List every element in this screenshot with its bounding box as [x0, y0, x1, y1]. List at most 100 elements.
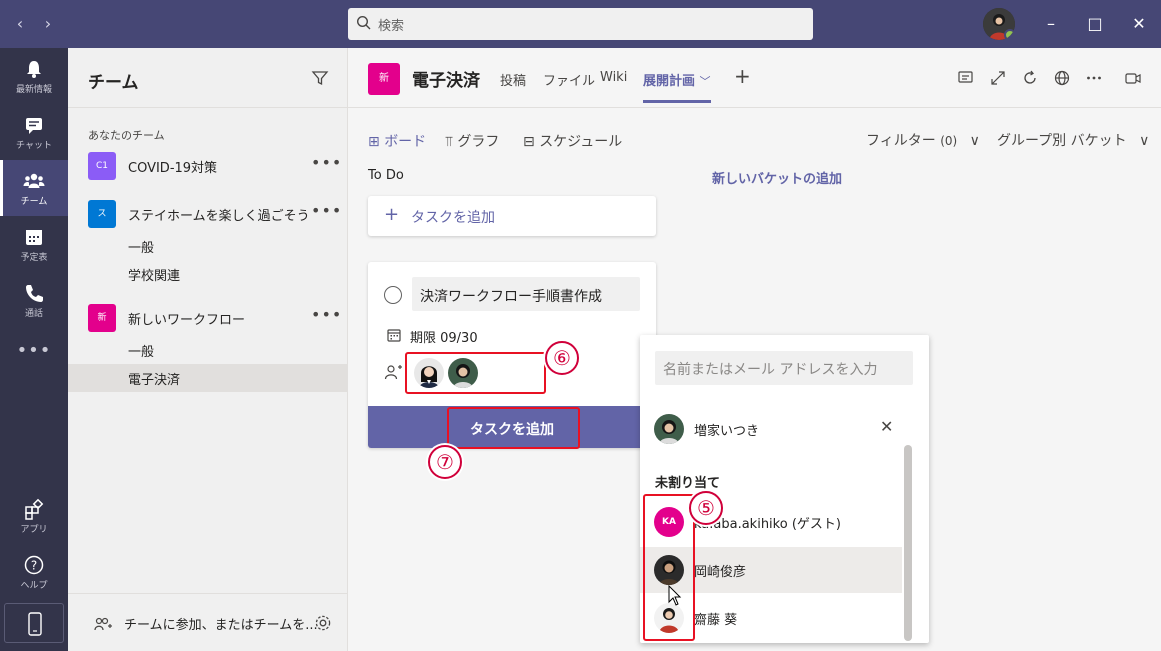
chart-icon: ⫪	[445, 134, 453, 150]
complete-checkbox[interactable]	[384, 286, 402, 304]
join-team-link[interactable]: チームに参加、またはチームを...	[124, 614, 318, 633]
calendar-icon	[26, 230, 42, 245]
globe-icon[interactable]	[1053, 69, 1071, 87]
maximize-icon[interactable]: □	[1083, 12, 1107, 36]
people-picker: 名前またはメール アドレスを入力 増家いつき ✕ 未割り当て KA ka.aba…	[640, 335, 929, 643]
new-task-card: 決済ワークフロー手順書作成 期限 09/30 タスクを追加	[368, 262, 656, 449]
person-name: 齋藤 葵	[694, 613, 738, 628]
channel-item-active[interactable]: 電子決済	[68, 364, 348, 392]
tab-wiki[interactable]: Wiki	[600, 70, 627, 85]
rail-item-chat[interactable]: チャット	[0, 104, 68, 160]
view-board[interactable]: ⊞ ボード	[368, 131, 426, 151]
team-name: 新しいワークフロー	[128, 313, 246, 328]
apps-icon	[25, 498, 44, 520]
phone-device-icon	[28, 612, 42, 636]
channel-header: 新 電子決済 投稿 ファイル Wiki 展開計画 ﹀ +	[348, 48, 1161, 108]
chevron-down-icon: ∨	[969, 133, 980, 149]
chat-icon	[26, 118, 42, 134]
chevron-left-icon[interactable]: ‹	[10, 14, 30, 33]
people-search-input[interactable]: 名前またはメール アドレスを入力	[655, 351, 913, 385]
rail-label: ヘルプ	[20, 581, 48, 591]
chevron-down-icon: ﹀	[699, 75, 711, 88]
channel-name: 一般	[128, 345, 155, 360]
more-options-icon[interactable]: •••	[311, 305, 342, 324]
rail-label: チャット	[16, 141, 52, 151]
rail-item-apps[interactable]: アプリ	[0, 488, 68, 544]
gear-icon[interactable]	[314, 614, 332, 632]
search-placeholder: 検索	[378, 19, 405, 34]
tab-posts[interactable]: 投稿	[500, 70, 526, 89]
rail-label: アプリ	[20, 525, 48, 535]
picker-scrollbar[interactable]	[904, 445, 912, 641]
rail-item-help[interactable]: ? ヘルプ	[0, 544, 68, 600]
more-apps-icon[interactable]: •••	[0, 340, 68, 361]
bucket-title: To Do	[368, 168, 404, 183]
remove-assignee-icon[interactable]: ✕	[880, 417, 893, 436]
group-by-label: グループ別 バケット	[997, 133, 1127, 149]
rail-item-calls[interactable]: 通話	[0, 272, 68, 328]
assign-person-icon[interactable]	[384, 364, 402, 380]
add-bucket-link[interactable]: 新しいバケットの追加	[712, 168, 842, 187]
bell-icon	[27, 61, 41, 78]
mouse-cursor-icon	[668, 585, 682, 606]
task-title-input[interactable]: 決済ワークフロー手順書作成	[412, 277, 640, 311]
meet-video-icon[interactable]	[1124, 69, 1142, 87]
expand-icon[interactable]	[989, 69, 1007, 87]
mobile-device-button[interactable]	[4, 603, 64, 643]
callout-5: ⑤	[689, 491, 723, 525]
team-name: COVID-19対策	[128, 161, 218, 176]
view-schedule[interactable]: ⊟ スケジュール	[523, 131, 622, 151]
channel-item[interactable]: 学校関連	[68, 260, 348, 288]
conversation-icon[interactable]	[957, 69, 975, 87]
tab-planner[interactable]: 展開計画 ﹀	[643, 70, 711, 103]
filter-label: フィルター	[866, 133, 936, 149]
channel-name: 電子決済	[128, 373, 181, 388]
assignees-highlight	[405, 352, 546, 394]
due-date[interactable]: 期限 09/30	[410, 327, 478, 346]
view-board-label: ボード	[384, 134, 427, 150]
search-input[interactable]: 検索	[348, 8, 813, 40]
team-row[interactable]: ス ステイホームを楽しく過ごそう •••	[68, 196, 348, 232]
phone-icon	[26, 285, 43, 302]
rail-item-teams[interactable]: チーム	[0, 160, 68, 216]
filter-count: (0)	[940, 134, 958, 148]
channel-name: 一般	[128, 241, 155, 256]
chevron-right-icon[interactable]: ›	[38, 14, 58, 33]
teams-header: チーム	[68, 48, 347, 108]
person-name: 増家いつき	[694, 424, 760, 439]
team-row[interactable]: C1 COVID-19対策 •••	[68, 148, 348, 184]
channel-item[interactable]: 一般	[68, 232, 348, 260]
add-task-highlight	[447, 407, 580, 449]
refresh-icon[interactable]	[1021, 69, 1039, 87]
person-avatar	[654, 414, 684, 444]
view-chart[interactable]: ⫪ グラフ	[445, 131, 499, 151]
rail-label: 通話	[24, 309, 43, 319]
team-avatar: 新	[88, 304, 116, 332]
more-options-icon[interactable]: •••	[311, 201, 342, 220]
close-icon[interactable]: ✕	[1127, 12, 1151, 36]
team-row[interactable]: 新 新しいワークフロー •••	[68, 300, 348, 336]
teams-icon	[23, 173, 45, 188]
person-name: 岡崎俊彦	[694, 565, 747, 580]
group-by-button[interactable]: グループ別 バケット ∨	[997, 130, 1149, 150]
view-chart-label: グラフ	[457, 134, 500, 150]
filter-button[interactable]: フィルター (0) ∨	[866, 130, 980, 150]
more-options-icon[interactable]	[1085, 69, 1103, 87]
add-task-bar[interactable]: + タスクを追加	[368, 196, 656, 236]
more-options-icon[interactable]: •••	[311, 153, 342, 172]
rail-item-calendar[interactable]: 予定表	[0, 216, 68, 272]
add-tab-button[interactable]: +	[734, 64, 751, 88]
callout-6: ⑥	[545, 341, 579, 375]
filter-icon[interactable]	[311, 69, 329, 87]
assigned-person: 増家いつき ✕	[640, 406, 902, 452]
rail-label: 最新情報	[15, 85, 52, 95]
board-icon: ⊞	[368, 134, 380, 150]
channel-item[interactable]: 一般	[68, 336, 348, 364]
tab-files[interactable]: ファイル	[543, 70, 595, 89]
rail-label: チーム	[20, 197, 48, 207]
rail-item-activity[interactable]: 最新情報	[0, 48, 68, 104]
section-label: あなたのチーム	[88, 129, 165, 142]
minimize-icon[interactable]: –	[1039, 12, 1063, 36]
channel-name: 学校関連	[128, 269, 181, 284]
user-avatar[interactable]	[983, 8, 1015, 40]
